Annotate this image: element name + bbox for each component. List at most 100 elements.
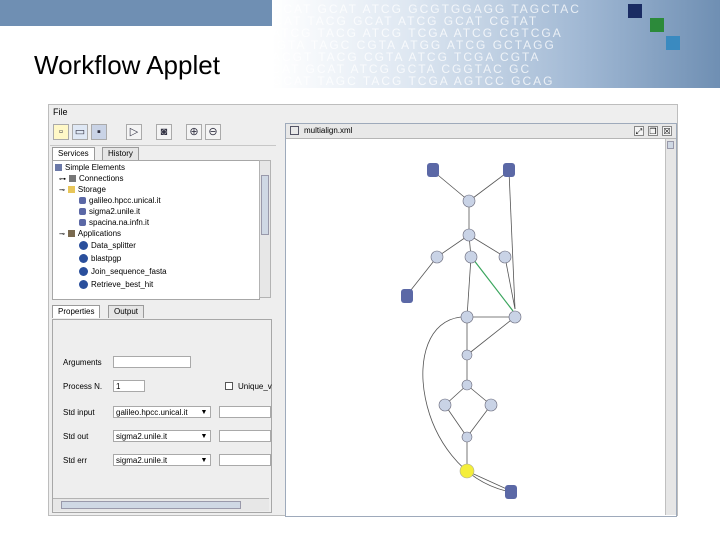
tab-services[interactable]: Services — [52, 147, 95, 160]
dna-line: GCAT TAGC TACG TCGA AGTCC GCAG — [272, 74, 555, 88]
storage-icon — [67, 186, 75, 194]
run-icon[interactable]: ▷ — [126, 124, 142, 140]
new-icon[interactable]: ▫ — [53, 124, 69, 140]
tree-label: Storage — [77, 185, 106, 194]
tree-label: Data_splitter — [91, 241, 136, 250]
stdin-label: Std input — [63, 408, 95, 417]
tree-label: galileo.hpcc.unical.it — [89, 196, 161, 205]
document-icon — [290, 126, 299, 135]
folder-icon — [55, 164, 62, 172]
process-node-icon[interactable] — [461, 431, 473, 443]
workflow-nodes — [401, 163, 522, 499]
dna-accent — [666, 36, 680, 50]
tree-item-storage[interactable]: ⊸ Storage — [59, 185, 106, 195]
canvas-vertical-scrollbar[interactable] — [665, 139, 676, 515]
tree-item-storage-host[interactable]: spacina.na.infn.it — [79, 218, 149, 228]
open-icon[interactable]: ▭ — [72, 124, 88, 140]
unique-checkbox[interactable] — [225, 382, 233, 390]
tree-item-application[interactable]: Data_splitter — [79, 241, 136, 251]
stderr-extra-field[interactable] — [219, 454, 271, 466]
zoom-out-icon[interactable]: ⊖ — [205, 124, 221, 140]
arguments-label: Arguments — [63, 358, 102, 367]
stdin-extra-field[interactable] — [219, 406, 271, 418]
process-node-icon[interactable] — [461, 379, 473, 391]
tree-root[interactable]: Simple Elements — [55, 163, 125, 173]
tree-item-application[interactable]: blastpgp — [79, 254, 121, 264]
connection-icon — [69, 175, 76, 183]
restore-icon[interactable]: ❐ — [648, 126, 658, 136]
camera-icon[interactable]: ◙ — [156, 124, 172, 140]
process-node-icon[interactable] — [498, 250, 512, 264]
properties-panel: Properties Output Arguments Process N. 1… — [50, 305, 274, 515]
canvas-filename: multialign.xml — [304, 126, 353, 135]
database-icon — [79, 219, 86, 227]
scroll-thumb[interactable] — [61, 501, 241, 509]
process-node-icon[interactable] — [438, 398, 452, 412]
applications-icon — [67, 230, 75, 238]
storage-node-icon[interactable] — [427, 163, 439, 177]
tree-item-storage-host[interactable]: sigma2.unile.it — [79, 207, 140, 217]
slide-title: Workflow Applet — [34, 50, 220, 80]
process-node-icon[interactable] — [508, 310, 522, 324]
storage-node-icon[interactable] — [401, 289, 413, 303]
tree-item-application[interactable]: Join_sequence_fasta — [79, 267, 167, 277]
properties-horizontal-scrollbar[interactable] — [53, 498, 269, 511]
properties-tabs: Properties Output — [50, 305, 274, 318]
expand-icon: ⊶ — [59, 176, 66, 183]
stdout-value: sigma2.unile.it — [116, 432, 168, 441]
menu-file[interactable]: File — [53, 107, 68, 117]
tree-label: Join_sequence_fasta — [91, 267, 167, 276]
tab-history[interactable]: History — [102, 147, 139, 160]
zoom-in-icon[interactable]: ⊕ — [186, 124, 202, 140]
process-node-icon[interactable] — [462, 194, 476, 208]
process-node-icon[interactable] — [461, 349, 473, 361]
stdin-select[interactable]: galileo.hpcc.unical.it ▼ — [113, 406, 211, 418]
save-icon[interactable]: ▪ — [91, 124, 107, 140]
storage-node-icon[interactable] — [505, 485, 517, 499]
process-node-icon[interactable] — [464, 250, 478, 264]
tree-horizontal-scrollbar[interactable] — [55, 299, 260, 300]
stderr-select[interactable]: sigma2.unile.it ▼ — [113, 454, 211, 466]
tree-label: Retrieve_best_hit — [91, 280, 154, 289]
workflow-graph — [401, 163, 522, 499]
services-tabs: Services History — [50, 147, 274, 160]
storage-node-icon[interactable] — [503, 163, 515, 177]
properties-form: Arguments Process N. 1 Unique_v Std inpu… — [52, 319, 272, 513]
chevron-down-icon: ▼ — [200, 409, 208, 416]
process-node-icon[interactable] — [460, 310, 474, 324]
tree-item-application[interactable]: Retrieve_best_hit — [79, 280, 153, 290]
tree-item-applications[interactable]: ⊸ Applications — [59, 229, 121, 239]
toolbar: ▫ ▭ ▪ ▷ ◙ ⊕ ⊖ — [50, 121, 276, 146]
close-icon[interactable]: ☒ — [662, 126, 672, 136]
arguments-field[interactable] — [113, 356, 191, 368]
workflow-edges — [406, 170, 516, 492]
tree-label: Connections — [79, 174, 124, 183]
stdout-label: Std out — [63, 432, 89, 441]
dna-banner-graphic: GCAT GCAT ATCG GCGTGGAGG TAGCTAC GCAT TA… — [272, 0, 720, 88]
process-field[interactable]: 1 — [113, 380, 145, 392]
stdout-select[interactable]: sigma2.unile.it ▼ — [113, 430, 211, 442]
tree-label: blastpgp — [91, 254, 122, 263]
dna-accent — [650, 18, 664, 32]
stderr-label: Std err — [63, 456, 88, 465]
banner-bar — [0, 0, 272, 26]
tree-label: sigma2.unile.it — [89, 207, 141, 216]
tree-vertical-scrollbar[interactable] — [259, 160, 271, 298]
tree-item-storage-host[interactable]: galileo.hpcc.unical.it — [79, 196, 161, 206]
process-node-icon[interactable] — [462, 228, 476, 242]
tab-output[interactable]: Output — [108, 305, 145, 318]
tree-item-connections[interactable]: ⊶ Connections — [59, 174, 123, 184]
maximize-icon[interactable]: ⤢ — [634, 126, 644, 136]
canvas-title-bar: multialign.xml ⤢ ❐ ☒ — [286, 124, 676, 139]
play-icon — [79, 241, 88, 251]
scroll-thumb[interactable] — [667, 141, 674, 149]
highlighted-node-icon[interactable] — [459, 463, 475, 479]
process-node-icon[interactable] — [484, 398, 498, 412]
stderr-value: sigma2.unile.it — [116, 456, 168, 465]
workflow-applet-window: File ▫ ▭ ▪ ▷ ◙ ⊕ ⊖ Services History Simp… — [48, 104, 678, 517]
scroll-thumb[interactable] — [261, 175, 269, 235]
tab-properties[interactable]: Properties — [52, 305, 101, 318]
process-node-icon[interactable] — [430, 250, 444, 264]
database-icon — [79, 208, 86, 216]
stdout-extra-field[interactable] — [219, 430, 271, 442]
